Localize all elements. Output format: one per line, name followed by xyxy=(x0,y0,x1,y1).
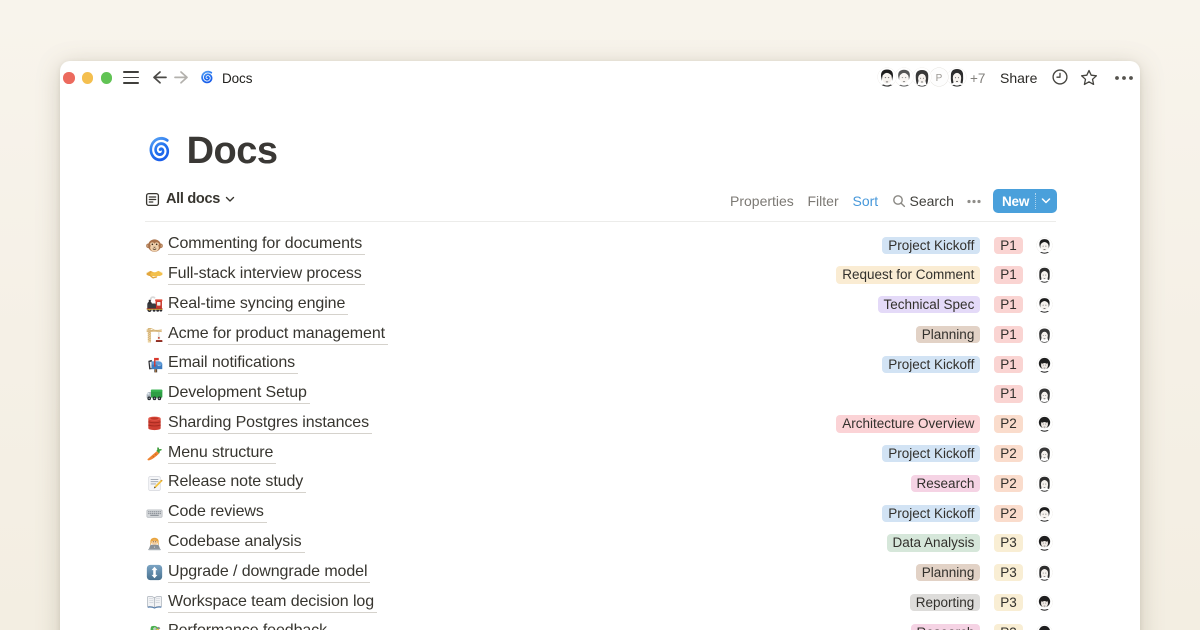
svg-text:P: P xyxy=(936,73,943,84)
